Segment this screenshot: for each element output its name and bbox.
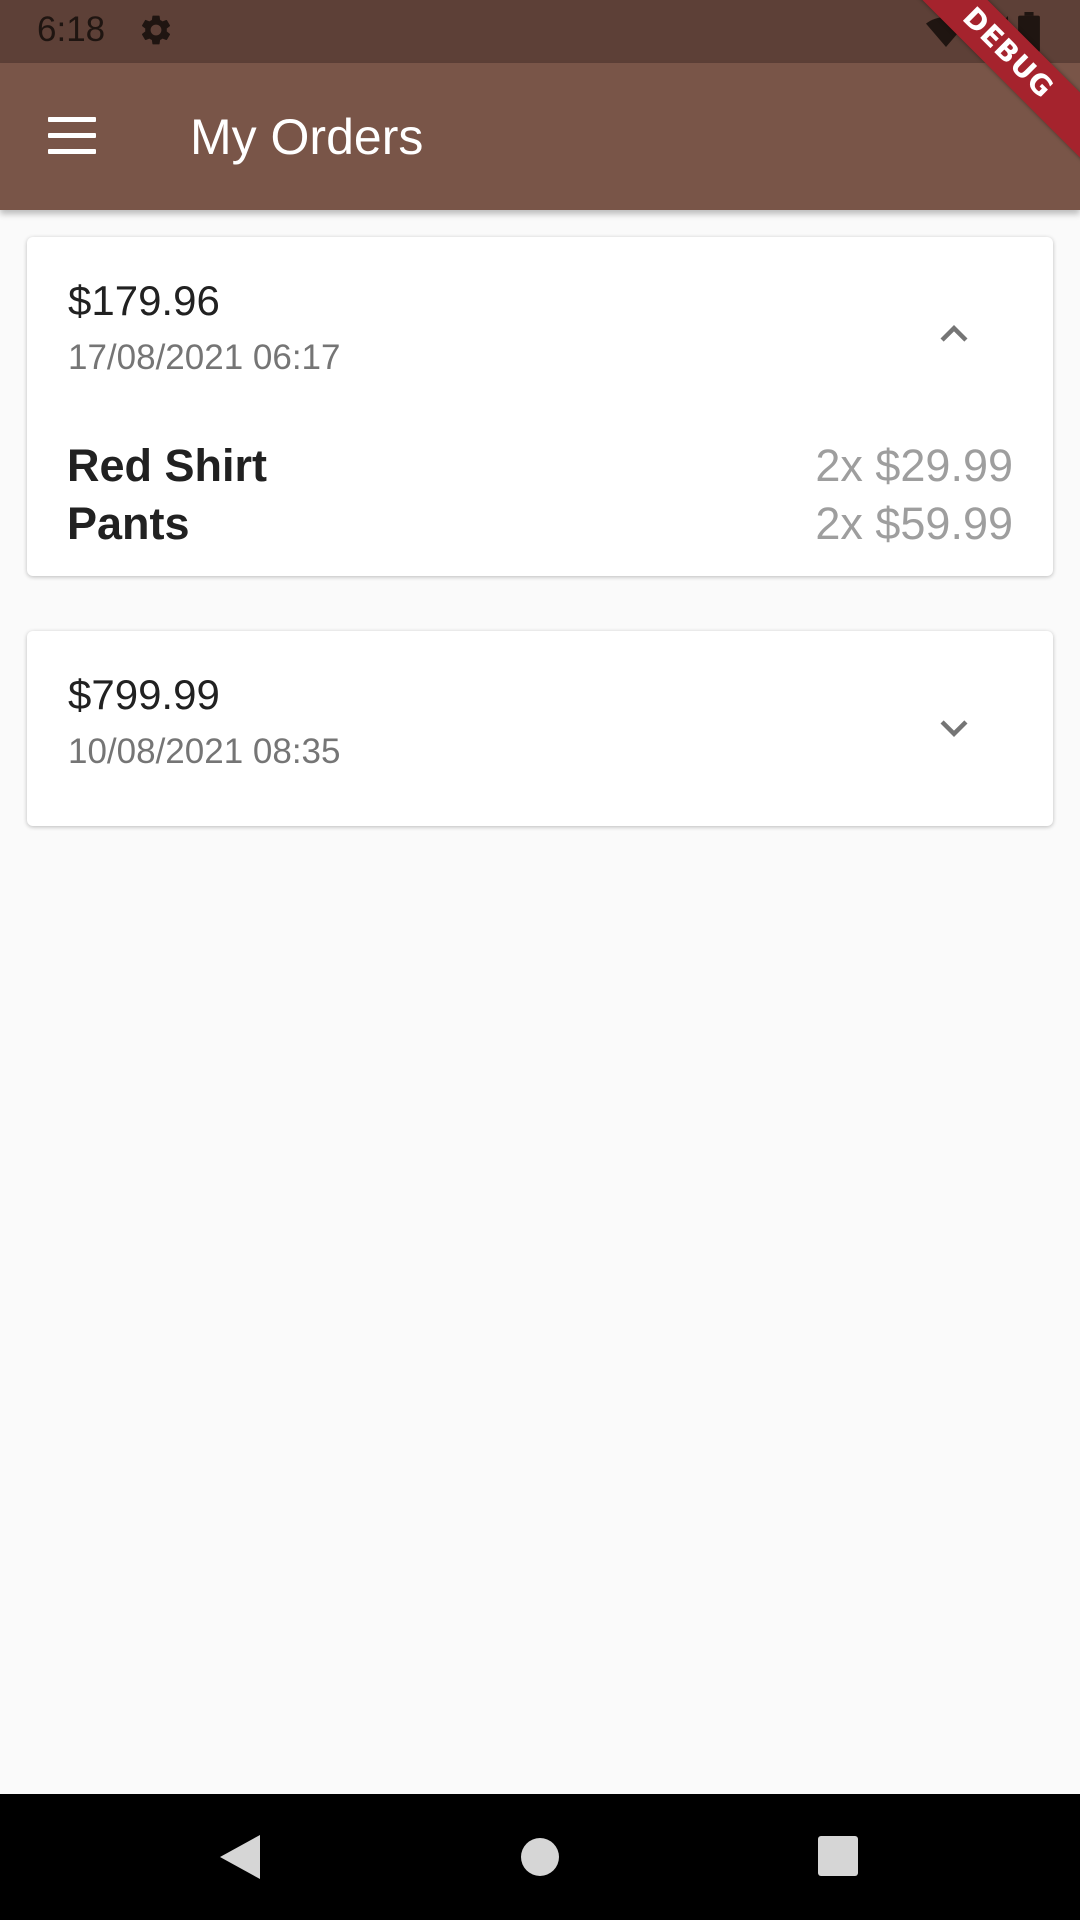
order-card[interactable]: $179.96 17/08/2021 06:17 Red Shirt 2x $2… (27, 237, 1053, 576)
status-bar: 6:18 (0, 0, 1080, 63)
app-bar: My Orders (0, 63, 1080, 210)
list-item: Red Shirt 2x $29.99 (67, 437, 1013, 495)
order-amount: $799.99 (68, 671, 220, 718)
item-name: Pants (67, 498, 190, 549)
item-quantity-price: 2x $59.99 (815, 498, 1013, 549)
recents-icon[interactable] (817, 1832, 859, 1882)
chevron-down-icon[interactable] (927, 701, 981, 755)
back-icon[interactable] (216, 1832, 262, 1882)
order-amount: $179.96 (68, 277, 220, 324)
order-card[interactable]: $799.99 10/08/2021 08:35 (27, 631, 1053, 826)
chevron-up-icon[interactable] (927, 307, 981, 361)
page-title: My Orders (190, 109, 424, 165)
order-items: Red Shirt 2x $29.99 Pants 2x $59.99 (67, 437, 1013, 553)
list-item: Pants 2x $59.99 (67, 495, 1013, 553)
gear-icon (141, 15, 171, 45)
home-icon[interactable] (520, 1832, 560, 1882)
item-name: Red Shirt (67, 440, 268, 491)
status-time: 6:18 (37, 10, 106, 49)
system-nav-bar (0, 1794, 1080, 1920)
menu-icon[interactable] (48, 117, 100, 157)
item-quantity-price: 2x $29.99 (815, 440, 1013, 491)
order-date: 17/08/2021 06:17 (68, 338, 341, 377)
order-date: 10/08/2021 08:35 (68, 732, 341, 771)
